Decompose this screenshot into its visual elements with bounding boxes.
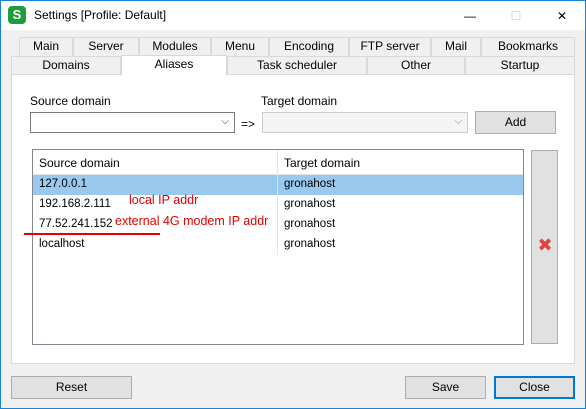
row-target: gronahost: [284, 198, 336, 210]
tab-menu[interactable]: Menu: [211, 37, 269, 56]
settings-window: S Settings [Profile: Default] — ☐ ✕ Main…: [0, 0, 586, 409]
window-title: Settings [Profile: Default]: [34, 8, 167, 22]
cell-separator: [277, 235, 278, 255]
tab-other[interactable]: Other: [367, 56, 465, 75]
row-target: gronahost: [284, 238, 336, 250]
table-row[interactable]: localhost gronahost: [33, 235, 523, 255]
tab-modules[interactable]: Modules: [139, 37, 211, 56]
title-bar[interactable]: S Settings [Profile: Default] — ☐ ✕: [1, 1, 585, 30]
row-source: 77.52.241.152: [39, 218, 113, 230]
delete-x-icon: ✖: [537, 235, 553, 255]
delete-alias-button[interactable]: ✖: [531, 150, 558, 344]
table-row[interactable]: 127.0.0.1 gronahost: [33, 175, 523, 195]
column-header-target[interactable]: Target domain: [284, 156, 360, 170]
cell-separator: [277, 215, 278, 235]
row-source: localhost: [39, 238, 85, 250]
cell-separator: [277, 195, 278, 215]
close-button[interactable]: Close: [494, 376, 575, 399]
annotation-local-ip: local IP addr: [129, 193, 199, 207]
tab-task-scheduler[interactable]: Task scheduler: [227, 56, 367, 75]
tab-main[interactable]: Main: [19, 37, 73, 56]
column-separator[interactable]: [277, 150, 278, 175]
tab-domains[interactable]: Domains: [11, 56, 121, 75]
add-button[interactable]: Add: [475, 111, 556, 134]
tab-ftp-server[interactable]: FTP server: [349, 37, 431, 56]
annotation-underline: [24, 233, 160, 235]
table-row[interactable]: 192.168.2.111 gronahost: [33, 195, 523, 215]
aliases-list[interactable]: Source domain Target domain 127.0.0.1 gr…: [32, 149, 524, 345]
app-icon: S: [8, 6, 26, 24]
tab-aliases[interactable]: Aliases: [121, 55, 227, 76]
annotation-external-ip: external 4G modem IP addr: [115, 214, 269, 228]
target-domain-label: Target domain: [261, 94, 338, 108]
source-domain-label: Source domain: [30, 94, 111, 108]
row-source: 192.168.2.111: [39, 198, 111, 210]
row-target: gronahost: [284, 218, 336, 230]
chevron-down-icon: ⌵: [454, 116, 462, 127]
row-source: 127.0.0.1: [39, 178, 87, 190]
column-header-source[interactable]: Source domain: [39, 156, 120, 170]
tab-startup[interactable]: Startup: [465, 56, 575, 75]
close-window-button[interactable]: ✕: [539, 1, 585, 30]
list-header: Source domain Target domain: [33, 150, 523, 175]
save-button[interactable]: Save: [405, 376, 486, 399]
tab-mail[interactable]: Mail: [431, 37, 481, 56]
row-target: gronahost: [284, 178, 336, 190]
aliases-panel: Source domain Target domain ⌵ => ⌵ Add S…: [11, 74, 575, 364]
maximize-button[interactable]: ☐: [493, 1, 539, 30]
chevron-down-icon: ⌵: [221, 116, 229, 127]
minimize-button[interactable]: —: [447, 1, 493, 30]
tab-server[interactable]: Server: [73, 37, 139, 56]
tab-encoding[interactable]: Encoding: [269, 37, 349, 56]
table-row[interactable]: 77.52.241.152 gronahost: [33, 215, 523, 235]
target-domain-combo[interactable]: ⌵: [262, 112, 468, 133]
tab-bookmarks[interactable]: Bookmarks: [481, 37, 575, 56]
source-domain-combo[interactable]: ⌵: [30, 112, 235, 133]
reset-button[interactable]: Reset: [11, 376, 132, 399]
arrow-label: =>: [241, 117, 256, 131]
cell-separator: [277, 175, 278, 195]
